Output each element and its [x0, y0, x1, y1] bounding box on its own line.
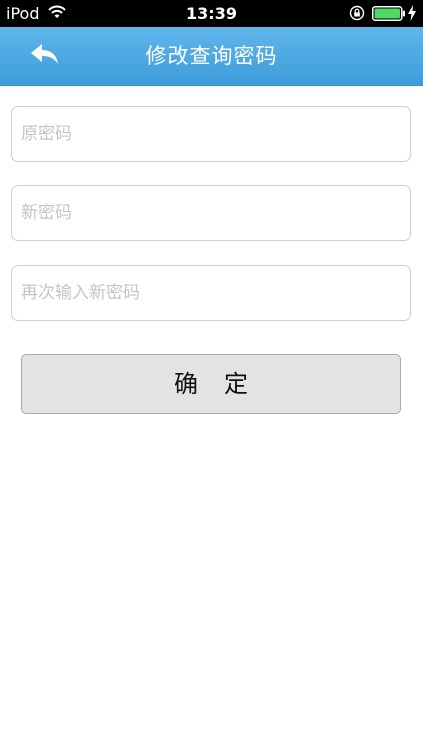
- new-password-input[interactable]: [12, 186, 410, 240]
- navigation-bar: 修改查询密码: [0, 27, 423, 86]
- new-password-field[interactable]: [11, 185, 411, 241]
- old-password-field[interactable]: [11, 106, 411, 162]
- rotation-lock-icon: [349, 5, 365, 21]
- confirm-button[interactable]: 确定: [21, 354, 401, 414]
- confirm-password-input[interactable]: [12, 266, 410, 320]
- charging-icon: [408, 5, 416, 21]
- status-bar: iPod 13:39: [0, 0, 423, 27]
- old-password-input[interactable]: [12, 107, 410, 161]
- page-title: 修改查询密码: [145, 44, 278, 68]
- confirm-password-field[interactable]: [11, 265, 411, 321]
- battery-icon: [372, 6, 405, 21]
